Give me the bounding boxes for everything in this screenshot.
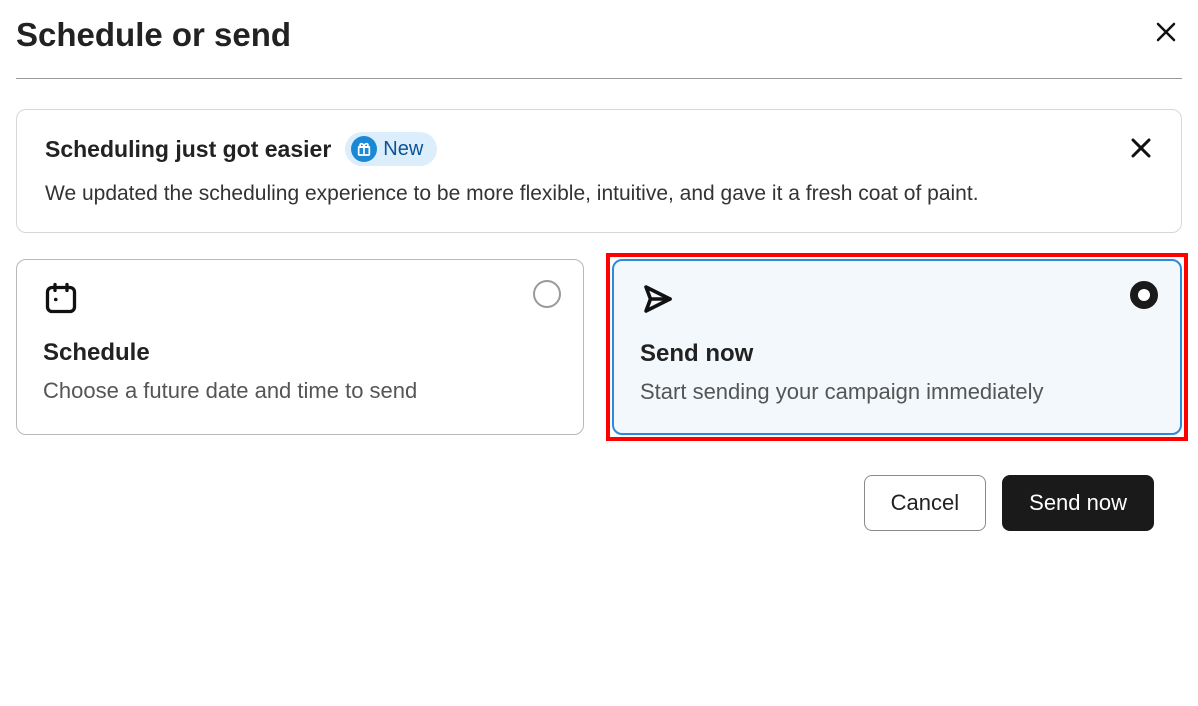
- dialog-header: Schedule or send: [16, 16, 1182, 79]
- banner-close-icon[interactable]: [1129, 132, 1153, 164]
- banner-content: Scheduling just got easier New We update…: [45, 132, 1109, 210]
- calendar-icon: [43, 280, 557, 321]
- option-group: Schedule Choose a future date and time t…: [16, 259, 1182, 436]
- option-desc: Choose a future date and time to send: [43, 375, 557, 407]
- option-schedule[interactable]: Schedule Choose a future date and time t…: [16, 259, 584, 436]
- send-now-button[interactable]: Send now: [1002, 475, 1154, 531]
- option-desc: Start sending your campaign immediately: [640, 376, 1154, 408]
- banner-title: Scheduling just got easier: [45, 136, 331, 163]
- send-icon: [640, 281, 1154, 322]
- badge-label: New: [383, 138, 423, 161]
- banner-body: We updated the scheduling experience to …: [45, 178, 1109, 210]
- info-banner: Scheduling just got easier New We update…: [16, 109, 1182, 233]
- option-title: Send now: [640, 340, 1154, 368]
- new-badge: New: [345, 132, 437, 166]
- option-title: Schedule: [43, 339, 557, 367]
- gift-icon: [351, 136, 377, 162]
- option-send-now[interactable]: Send now Start sending your campaign imm…: [612, 259, 1182, 436]
- cancel-button[interactable]: Cancel: [864, 475, 986, 531]
- banner-title-row: Scheduling just got easier New: [45, 132, 1109, 166]
- dialog-title: Schedule or send: [16, 16, 291, 54]
- radio-unselected-icon[interactable]: [533, 280, 561, 308]
- close-icon[interactable]: [1150, 16, 1182, 52]
- dialog-footer: Cancel Send now: [16, 475, 1182, 531]
- radio-selected-icon[interactable]: [1130, 281, 1158, 309]
